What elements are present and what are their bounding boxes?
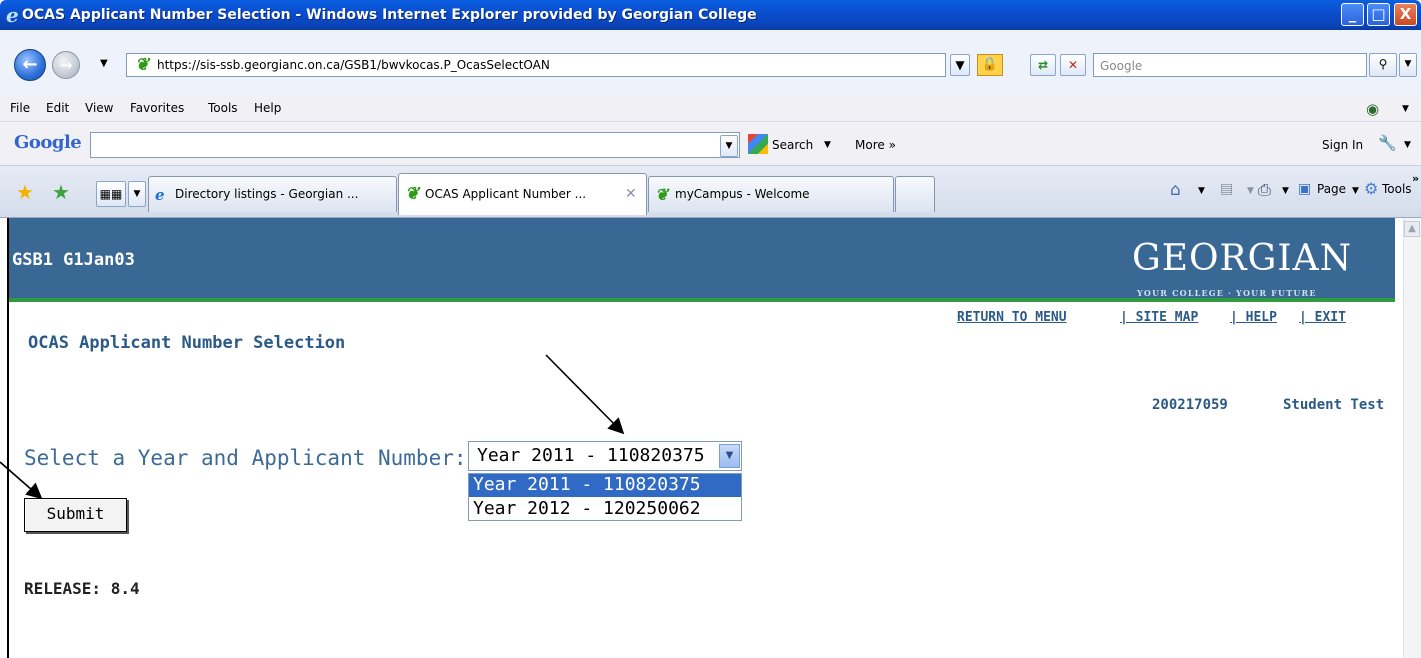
annotation-arrows (0, 354, 625, 500)
arrow-to-submit (0, 461, 43, 500)
arrow-to-select (545, 354, 625, 435)
